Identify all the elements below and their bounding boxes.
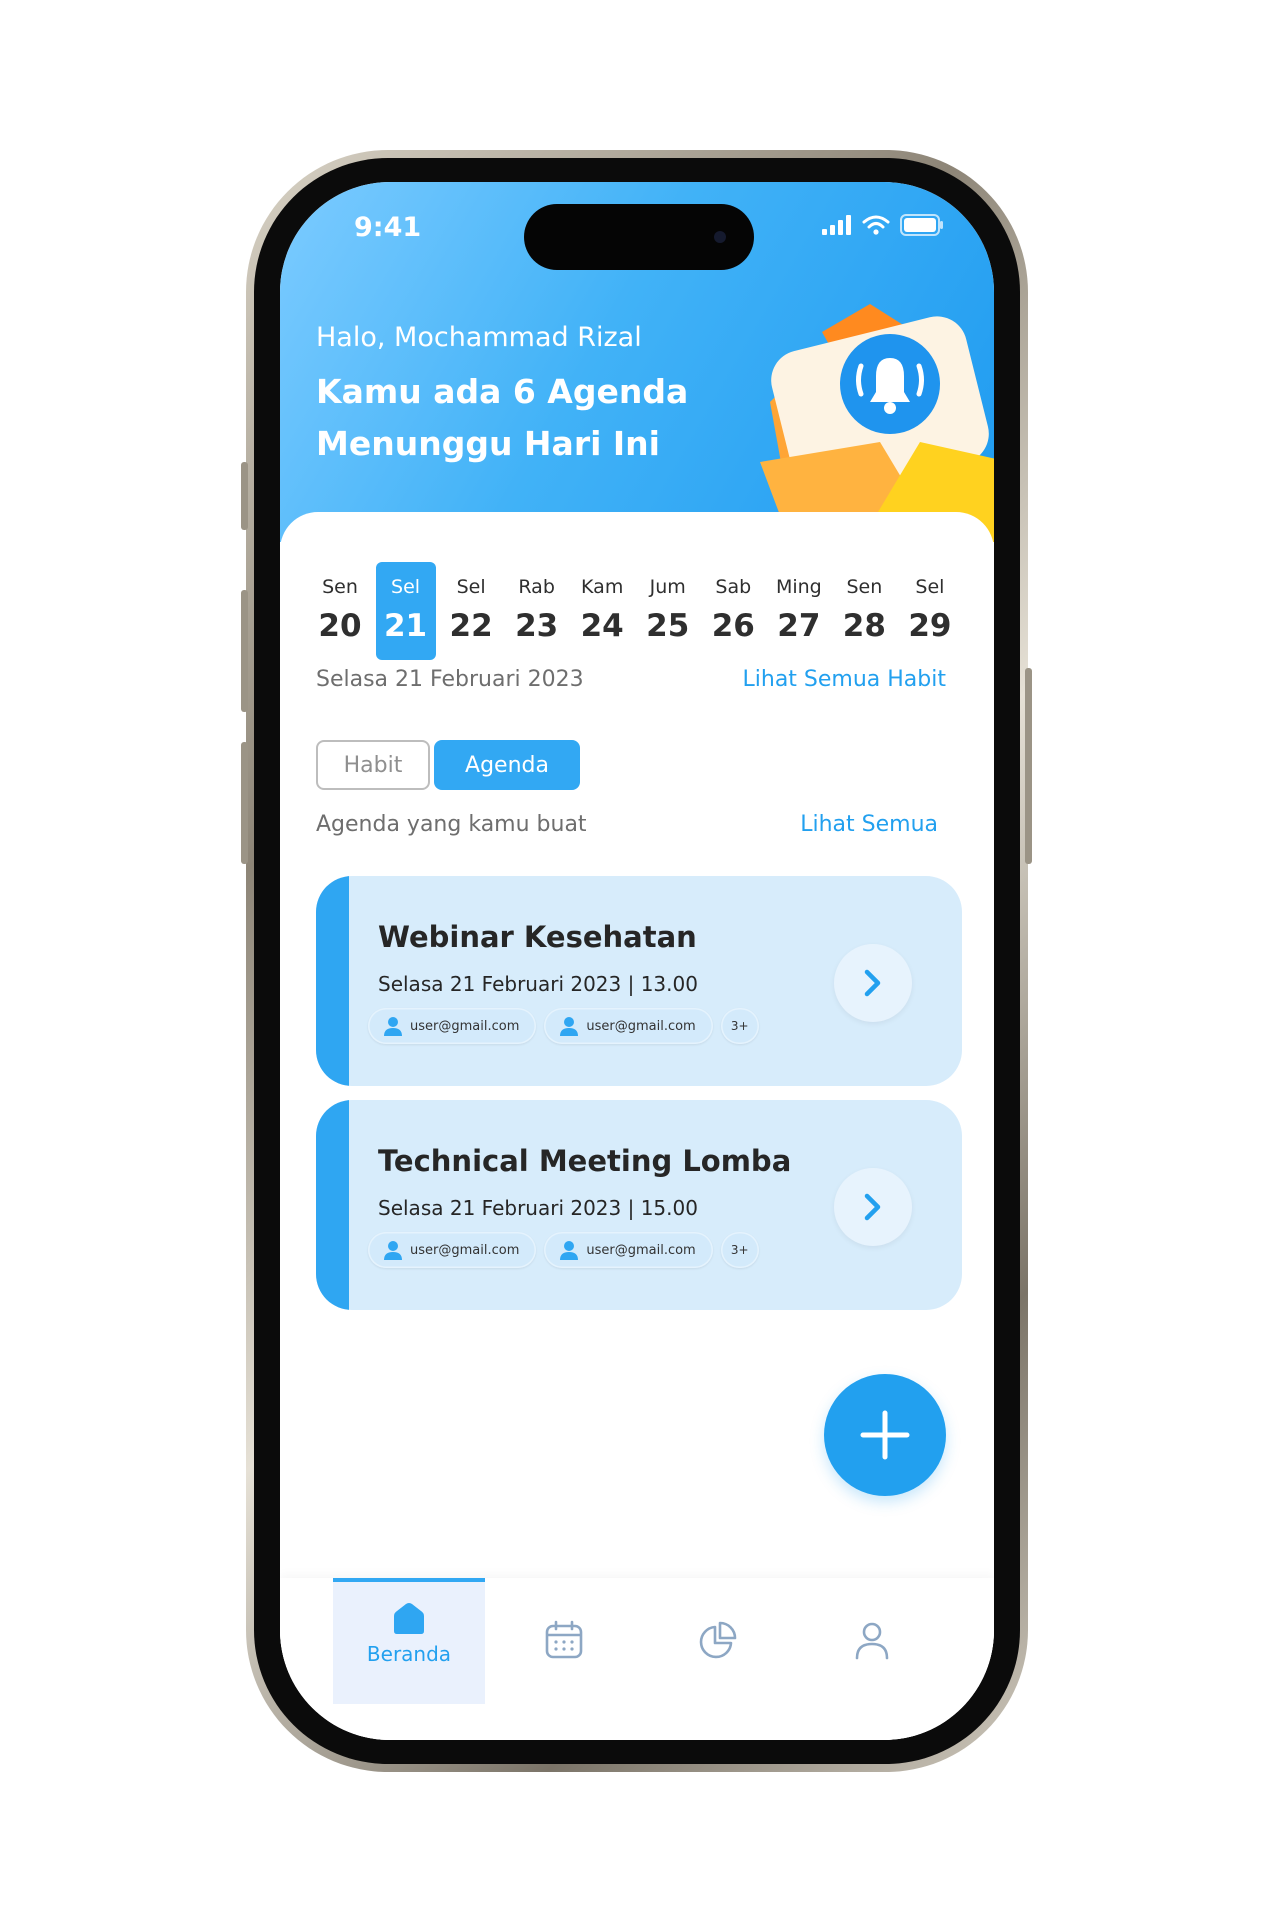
participant-email: user@gmail.com (410, 1018, 520, 1034)
volume-up-button (241, 590, 248, 712)
card-accent-bar (316, 876, 349, 1086)
home-icon (394, 1603, 424, 1634)
day-name: Rab (518, 576, 555, 598)
headline-line-1: Kamu ada 6 Agenda (316, 372, 689, 411)
open-agenda-button[interactable] (834, 1168, 912, 1246)
user-icon (560, 1017, 579, 1036)
selected-date-text: Selasa 21 Februari 2023 (316, 667, 584, 692)
greeting-text: Halo, Mochammad Rizal (316, 322, 642, 353)
day-number: 27 (777, 608, 821, 644)
agenda-datetime: Selasa 21 Februari 2023 | 13.00 (378, 972, 698, 996)
more-participants-badge: 3+ (720, 1008, 759, 1044)
participant-email: user@gmail.com (586, 1018, 696, 1034)
day-item[interactable]: Sen 28 (834, 562, 894, 660)
headline: Kamu ada 6 Agenda Menunggu Hari Ini (316, 366, 716, 470)
participant-chip: user@gmail.com (368, 1232, 537, 1268)
day-item[interactable]: Rab 23 (507, 562, 567, 660)
tab-statistics[interactable] (688, 1620, 748, 1660)
agenda-title: Webinar Kesehatan (378, 920, 697, 954)
tab-profile[interactable] (842, 1620, 902, 1660)
day-number: 25 (646, 608, 690, 644)
day-name: Sab (715, 576, 752, 598)
add-agenda-button[interactable] (824, 1374, 946, 1496)
user-icon (560, 1241, 579, 1260)
header-banner: 9:41 Halo, Mochammad Rizal Kamu ada 6 Ag… (280, 182, 994, 542)
day-item[interactable]: Kam 24 (572, 562, 632, 660)
participant-email: user@gmail.com (586, 1242, 696, 1258)
day-name: Sel (456, 576, 486, 598)
day-name: Kam (581, 576, 624, 598)
content-panel: Sen 20 Sel 21 Sel 22 Rab 23 Kam 24 Jum 2… (280, 512, 994, 1740)
tab-calendar[interactable] (534, 1620, 594, 1660)
wifi-icon (862, 215, 890, 235)
habit-tab[interactable]: Habit (316, 740, 430, 790)
participant-chip: user@gmail.com (544, 1008, 713, 1044)
envelope-bell-illustration (760, 304, 994, 542)
participant-email: user@gmail.com (410, 1242, 520, 1258)
day-item[interactable]: Sen 20 (310, 562, 370, 660)
user-icon (384, 1241, 402, 1260)
day-name: Sen (846, 576, 883, 598)
signal-icon (822, 215, 851, 235)
date-row: Selasa 21 Februari 2023 Lihat Semua Habi… (316, 667, 946, 692)
see-all-habit-link[interactable]: Lihat Semua Habit (743, 667, 947, 692)
agenda-datetime: Selasa 21 Februari 2023 | 15.00 (378, 1196, 698, 1220)
open-agenda-button[interactable] (834, 944, 912, 1022)
dynamic-island (524, 204, 754, 270)
day-item[interactable]: Sel 22 (441, 562, 501, 660)
day-name: Sen (322, 576, 358, 598)
participant-chips: user@gmail.com user@gmail.com 3+ (368, 1232, 759, 1268)
calendar-icon (545, 1620, 583, 1659)
user-icon (384, 1017, 402, 1036)
profile-icon (855, 1622, 889, 1660)
day-number: 26 (711, 608, 755, 644)
day-item[interactable]: Jum 25 (638, 562, 698, 660)
chevron-right-icon (864, 969, 881, 997)
camera-dot (714, 231, 726, 243)
action-button (241, 462, 248, 530)
week-strip: Sen 20 Sel 21 Sel 22 Rab 23 Kam 24 Jum 2… (310, 562, 960, 660)
day-item-selected[interactable]: Sel 21 (375, 562, 436, 660)
status-icons (822, 214, 944, 236)
day-number: 22 (449, 608, 493, 644)
bottom-tab-bar: Beranda (280, 1578, 994, 1740)
day-name: Jum (649, 576, 686, 598)
tab-label: Beranda (366, 1642, 452, 1666)
status-time: 9:41 (354, 212, 422, 243)
day-name: Sel (915, 576, 945, 598)
plus-icon (860, 1410, 910, 1460)
day-item[interactable]: Ming 27 (769, 562, 829, 660)
habit-agenda-toggle: Habit Agenda (316, 740, 580, 790)
day-item[interactable]: Sab 26 (703, 562, 763, 660)
tab-beranda[interactable]: Beranda (333, 1578, 485, 1704)
day-number: 23 (515, 608, 559, 644)
day-number: 21 (383, 608, 428, 644)
agenda-tab[interactable]: Agenda (434, 740, 580, 790)
agenda-section-header: Agenda yang kamu buat Lihat Semua (316, 812, 938, 837)
volume-down-button (241, 742, 248, 864)
chevron-right-icon (864, 1193, 881, 1221)
headline-line-2: Menunggu Hari Ini (316, 424, 660, 463)
day-number: 20 (318, 608, 362, 644)
more-participants-badge: 3+ (720, 1232, 759, 1268)
app-screen: 9:41 Halo, Mochammad Rizal Kamu ada 6 Ag… (280, 182, 994, 1740)
day-number: 29 (908, 608, 952, 644)
pie-chart-icon (699, 1621, 737, 1659)
agenda-title: Technical Meeting Lomba (378, 1144, 792, 1178)
power-button (1025, 668, 1032, 864)
day-number: 28 (842, 608, 886, 644)
agenda-card[interactable]: Technical Meeting Lomba Selasa 21 Februa… (316, 1100, 962, 1310)
day-number: 24 (580, 608, 624, 644)
see-all-agenda-link[interactable]: Lihat Semua (800, 812, 938, 837)
agenda-section-title: Agenda yang kamu buat (316, 812, 587, 837)
agenda-card[interactable]: Webinar Kesehatan Selasa 21 Februari 202… (316, 876, 962, 1086)
day-name: Ming (775, 576, 822, 598)
day-item[interactable]: Sel 29 (900, 562, 960, 660)
participant-chips: user@gmail.com user@gmail.com 3+ (368, 1008, 759, 1044)
participant-chip: user@gmail.com (368, 1008, 537, 1044)
day-name: Sel (391, 576, 421, 598)
card-accent-bar (316, 1100, 349, 1310)
battery-icon (900, 214, 943, 236)
participant-chip: user@gmail.com (544, 1232, 713, 1268)
